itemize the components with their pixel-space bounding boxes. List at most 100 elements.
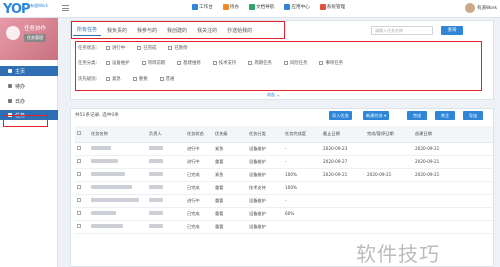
row-checkbox[interactable] — [77, 146, 81, 150]
checkbox[interactable] — [137, 46, 142, 50]
checkbox[interactable] — [212, 61, 217, 65]
col-header[interactable]: 任务状态 — [185, 126, 213, 143]
select-all-checkbox[interactable] — [77, 131, 81, 136]
todo-icon — [222, 4, 229, 10]
filter-option[interactable]: 项目前期 — [141, 60, 165, 66]
filter-option[interactable]: 已暂停 — [168, 45, 188, 51]
filter-option[interactable]: 技术支持 — [212, 60, 236, 66]
task-name-cell[interactable] — [89, 155, 147, 169]
filter-row-category: 任务分类: 设备维护 项目前期 基建维修 技术支持 周期任务 风险任务 事项任务 — [78, 60, 355, 66]
search-button[interactable]: 查询 — [441, 26, 463, 35]
row-select-cell[interactable] — [75, 220, 89, 234]
top-menu: 工作台 待办 文档导航 应用中心 系统管理 — [192, 4, 345, 10]
row-checkbox[interactable] — [77, 224, 81, 228]
select-all-cell[interactable] — [75, 126, 89, 143]
topmenu-app-center[interactable]: 应用中心 — [284, 4, 310, 10]
col-header[interactable]: 任务分类 — [247, 126, 283, 143]
complete-button[interactable]: 完成 — [407, 111, 427, 120]
topmenu-system[interactable]: 系统管理 — [319, 4, 345, 10]
col-header[interactable]: 创建日期 — [413, 126, 493, 143]
col-header[interactable]: 优先级 — [213, 126, 247, 143]
row-select-cell[interactable] — [75, 207, 89, 221]
table-row[interactable]: 已完成 重要 技术支持 100% — [75, 181, 493, 195]
filter-option[interactable]: 设备维护 — [106, 60, 130, 66]
task-name-cell[interactable] — [89, 142, 147, 156]
import-task-button[interactable]: 导入任务 — [329, 111, 352, 120]
checkbox[interactable] — [132, 77, 137, 81]
row-select-cell[interactable] — [75, 155, 89, 169]
filter-option[interactable]: 已完成 — [137, 45, 156, 51]
row-select-cell[interactable] — [75, 194, 89, 208]
col-header[interactable]: 完成/暂停日期 — [365, 126, 413, 143]
sidebar-item-home[interactable]: 主页 — [0, 66, 58, 76]
app-logo[interactable]: YOP — [3, 1, 31, 17]
menu-toggle-icon[interactable] — [62, 5, 69, 11]
task-name-cell[interactable] — [89, 207, 147, 221]
logo-text: YOP — [3, 1, 31, 17]
sidebar-item-daily[interactable]: 日办 — [0, 96, 58, 106]
filter-option[interactable]: 风险任务 — [283, 60, 307, 66]
workbench-icon — [192, 4, 198, 10]
filter-option[interactable]: 重要 — [132, 76, 148, 82]
highlight-box-tabs — [71, 21, 285, 39]
avatar — [465, 3, 476, 13]
table-row[interactable]: 已完成 紧急 设备维护 100% 2020-09-21 2020-09-21 2020-09… — [75, 168, 493, 182]
redacted-text — [91, 185, 132, 189]
search-input[interactable]: 请输入任务名称 — [371, 26, 433, 35]
cell-status: 已完成 — [185, 181, 213, 195]
col-header[interactable]: 截止日期 — [321, 126, 365, 143]
checkbox[interactable] — [106, 77, 110, 81]
cell-due — [321, 220, 365, 234]
table-row[interactable]: 进行中 重要 设备维护 -2020-09-27 2020-09-21 — [75, 155, 493, 169]
checkbox[interactable] — [159, 77, 164, 81]
table-row[interactable]: 进行中 重要 设备维护 - — [75, 194, 493, 208]
follow-button[interactable]: 关注 — [435, 111, 455, 120]
checkbox[interactable] — [106, 61, 110, 65]
task-name-cell[interactable] — [89, 220, 147, 234]
checkbox[interactable] — [168, 46, 173, 50]
sidebar-item-todo[interactable]: 待办 — [0, 81, 58, 91]
checkbox[interactable] — [141, 61, 146, 65]
filter-option[interactable]: 基建维修 — [177, 60, 201, 66]
task-name-cell[interactable] — [89, 194, 147, 208]
row-checkbox[interactable] — [77, 159, 81, 163]
cell-done — [365, 220, 413, 234]
col-header[interactable]: 任务完成度 — [283, 126, 321, 143]
row-checkbox[interactable] — [77, 198, 81, 202]
checkbox[interactable] — [106, 46, 110, 50]
export-button[interactable]: 导出 — [463, 111, 483, 120]
table-row[interactable]: 已完成 重要 设备维护 — [75, 220, 493, 234]
task-name-cell[interactable] — [89, 181, 147, 195]
row-select-cell[interactable] — [75, 181, 89, 195]
cell-due: 2020-09-27 — [321, 155, 365, 169]
row-checkbox[interactable] — [77, 185, 81, 189]
filter-option[interactable]: 紧急 — [106, 76, 121, 82]
checkbox[interactable] — [248, 61, 253, 65]
filter-label: 任务分类: — [78, 61, 98, 66]
checkbox[interactable] — [319, 61, 324, 65]
collapse-filters-link[interactable]: 收起 ︿ — [267, 92, 280, 98]
table-row[interactable]: 已完成 重要 设备维护 60% — [75, 207, 493, 221]
checkbox[interactable] — [283, 61, 288, 65]
col-header[interactable]: 任务名称 — [89, 126, 147, 143]
cell-progress: - — [283, 194, 321, 208]
user-menu[interactable]: 有道Work — [465, 3, 497, 13]
filter-option[interactable]: 进行中 — [106, 45, 125, 51]
filter-option[interactable]: 事项任务 — [319, 60, 343, 66]
module-button[interactable]: 任务管理 — [24, 34, 46, 42]
row-select-cell[interactable] — [75, 142, 89, 156]
topmenu-doc-nav[interactable]: 文档导航 — [249, 4, 274, 10]
col-header[interactable]: 负责人 — [147, 126, 185, 143]
topmenu-todo[interactable]: 待办 — [222, 4, 239, 10]
checkbox[interactable] — [177, 61, 182, 65]
row-select-cell[interactable] — [75, 168, 89, 182]
table-row[interactable]: 进行中 紧急 设备维护 -2020-09-23 2020-09-21 — [75, 142, 493, 156]
row-checkbox[interactable] — [77, 211, 81, 215]
logo-subtitle: 有道Work — [30, 3, 49, 8]
filter-option[interactable]: 普通 — [159, 76, 174, 82]
filter-option[interactable]: 周期任务 — [248, 60, 272, 66]
row-checkbox[interactable] — [77, 172, 81, 176]
topmenu-workbench[interactable]: 工作台 — [192, 4, 213, 10]
new-task-button[interactable]: 新建任务 ▾ — [363, 111, 390, 120]
task-name-cell[interactable] — [89, 168, 147, 182]
